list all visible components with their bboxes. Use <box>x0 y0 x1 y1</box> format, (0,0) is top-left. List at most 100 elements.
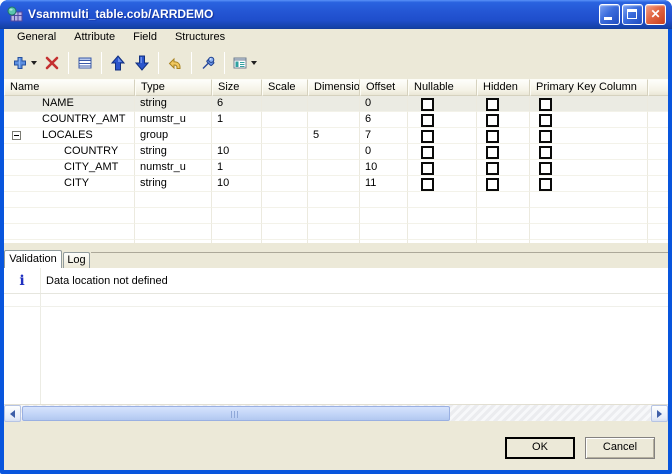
ok-button[interactable]: OK <box>505 437 575 459</box>
scroll-left-button[interactable] <box>4 405 21 422</box>
close-button[interactable]: ✕ <box>645 4 666 25</box>
cancel-button[interactable]: Cancel <box>585 437 655 459</box>
empty-validation-row <box>4 294 668 307</box>
table-row[interactable]: CITY_AMT numstr_u 1 10 <box>4 160 668 176</box>
field-scale <box>262 128 308 144</box>
tab-strip: Validation Log <box>4 250 668 268</box>
dropdown-caret-icon <box>251 61 257 65</box>
menu-field[interactable]: Field <box>124 29 166 46</box>
move-down-button[interactable] <box>130 51 154 75</box>
nullable-checkbox[interactable] <box>421 98 434 111</box>
column-header-type[interactable]: Type <box>135 79 212 96</box>
nullable-checkbox[interactable] <box>421 162 434 175</box>
field-name: NAME <box>42 97 74 109</box>
menu-structures[interactable]: Structures <box>166 29 234 46</box>
validation-row[interactable]: i Data location not defined <box>4 268 668 294</box>
field-dimension: 5 <box>308 128 360 144</box>
title-bar[interactable]: Vsammulti_table.cob/ARRDEMO ✕ <box>0 0 672 29</box>
field-dimension <box>308 160 360 176</box>
empty-row <box>4 224 668 240</box>
scroll-right-button[interactable] <box>651 405 668 422</box>
field-size: 1 <box>212 160 262 176</box>
column-header-name[interactable]: Name <box>4 79 135 96</box>
table-row[interactable]: COUNTRY_AMT numstr_u 1 6 <box>4 112 668 128</box>
maximize-button[interactable] <box>622 4 643 25</box>
info-icon: i <box>4 273 40 289</box>
add-field-button[interactable] <box>9 51 40 75</box>
view-icon <box>232 55 248 71</box>
hidden-checkbox[interactable] <box>486 98 499 111</box>
field-size: 6 <box>212 96 262 112</box>
field-scale <box>262 144 308 160</box>
tab-validation[interactable]: Validation <box>4 250 62 268</box>
table-properties-button[interactable] <box>73 51 97 75</box>
table-row[interactable]: NAME string 6 0 <box>4 96 668 112</box>
field-name: COUNTRY_AMT <box>42 113 126 125</box>
field-type: numstr_u <box>135 160 212 176</box>
toolbar <box>4 46 668 79</box>
minimize-button[interactable] <box>599 4 620 25</box>
field-dimension <box>308 176 360 192</box>
scrollbar-thumb[interactable] <box>22 406 450 421</box>
primary-key-checkbox[interactable] <box>539 130 552 143</box>
column-header-offset[interactable]: Offset <box>360 79 408 96</box>
column-header-primary-key[interactable]: Primary Key Column <box>530 79 648 96</box>
delete-button[interactable] <box>40 51 64 75</box>
window-title: Vsammulti_table.cob/ARRDEMO <box>28 0 213 28</box>
toolbar-separator <box>101 52 102 74</box>
field-offset: 7 <box>360 128 408 144</box>
table-row[interactable]: LOCALES group 5 7 <box>4 128 668 144</box>
menu-general[interactable]: General <box>8 29 65 46</box>
field-name: COUNTRY <box>64 145 118 157</box>
field-offset: 10 <box>360 160 408 176</box>
table-row[interactable]: COUNTRY string 10 0 <box>4 144 668 160</box>
field-name: LOCALES <box>42 129 93 141</box>
hidden-checkbox[interactable] <box>486 162 499 175</box>
primary-key-checkbox[interactable] <box>539 114 552 127</box>
menu-attribute[interactable]: Attribute <box>65 29 124 46</box>
tab-log[interactable]: Log <box>63 252 90 268</box>
column-header-size[interactable]: Size <box>212 79 262 96</box>
horizontal-scrollbar[interactable] <box>4 404 668 421</box>
field-type: numstr_u <box>135 112 212 128</box>
view-button[interactable] <box>229 51 260 75</box>
nullable-checkbox[interactable] <box>421 130 434 143</box>
empty-row <box>4 208 668 224</box>
validation-message: Data location not defined <box>40 275 168 287</box>
field-offset: 6 <box>360 112 408 128</box>
hidden-checkbox[interactable] <box>486 178 499 191</box>
undo-button[interactable] <box>163 51 187 75</box>
move-up-button[interactable] <box>106 51 130 75</box>
toolbar-separator <box>224 52 225 74</box>
dialog-window: Vsammulti_table.cob/ARRDEMO ✕ General At… <box>0 0 672 474</box>
pin-button[interactable] <box>196 51 220 75</box>
field-size <box>212 128 262 144</box>
primary-key-checkbox[interactable] <box>539 162 552 175</box>
primary-key-checkbox[interactable] <box>539 178 552 191</box>
minimize-icon <box>604 17 612 20</box>
hidden-checkbox[interactable] <box>486 146 499 159</box>
column-header-nullable[interactable]: Nullable <box>408 79 477 96</box>
column-header-dimension[interactable]: Dimension <box>308 79 360 96</box>
primary-key-checkbox[interactable] <box>539 98 552 111</box>
field-dimension <box>308 112 360 128</box>
field-type: string <box>135 96 212 112</box>
collapse-icon[interactable] <box>12 131 21 140</box>
nullable-checkbox[interactable] <box>421 146 434 159</box>
empty-row <box>4 240 668 243</box>
field-scale <box>262 160 308 176</box>
close-icon: ✕ <box>646 7 665 22</box>
hidden-checkbox[interactable] <box>486 114 499 127</box>
button-bar: OK Cancel <box>4 421 668 470</box>
column-header-hidden[interactable]: Hidden <box>477 79 530 96</box>
client-area: General Attribute Field Structures <box>4 29 668 470</box>
table-row[interactable]: CITY string 10 11 <box>4 176 668 192</box>
column-header-scale[interactable]: Scale <box>262 79 308 96</box>
primary-key-checkbox[interactable] <box>539 146 552 159</box>
hidden-checkbox[interactable] <box>486 130 499 143</box>
maximize-icon <box>627 9 637 19</box>
menu-bar: General Attribute Field Structures <box>4 29 668 46</box>
field-scale <box>262 112 308 128</box>
nullable-checkbox[interactable] <box>421 114 434 127</box>
nullable-checkbox[interactable] <box>421 178 434 191</box>
